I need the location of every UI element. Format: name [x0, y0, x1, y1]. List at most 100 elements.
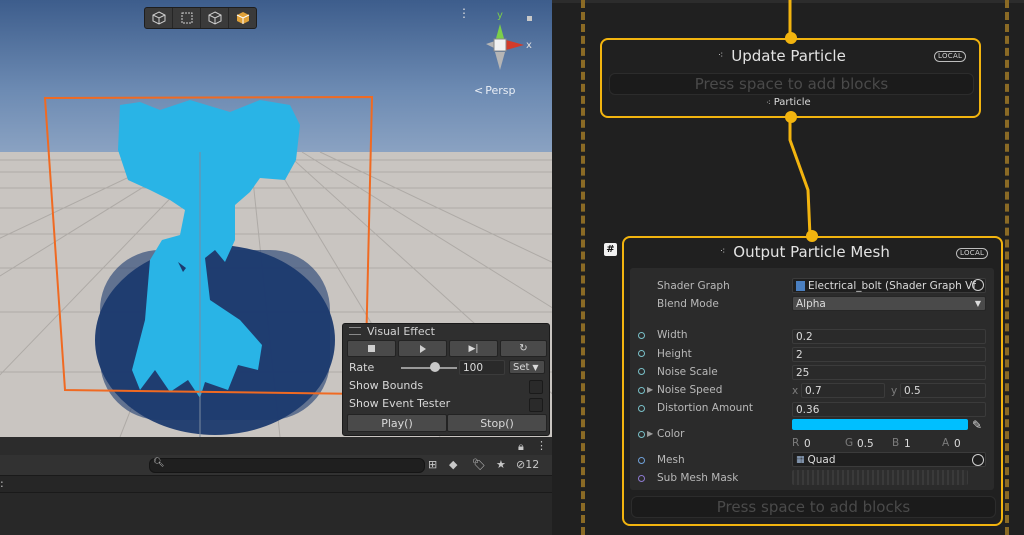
input-slot[interactable] [638, 405, 645, 412]
visual-effect-panel: Visual Effect ▶| ↻ Rate 100 Set ▼ Show B… [342, 323, 550, 436]
rate-slider-thumb[interactable] [429, 362, 440, 372]
input-slot[interactable] [638, 350, 645, 357]
save-search-icon[interactable]: ⊞ [428, 458, 437, 471]
mesh-field[interactable]: ▦ Quad [792, 452, 986, 467]
shader-asset-icon [796, 280, 805, 291]
input-slot[interactable] [638, 431, 645, 438]
rate-slider-track[interactable] [401, 367, 457, 369]
expand-arrow-icon[interactable]: ▶ [647, 429, 653, 438]
step-icon: ▶| [468, 343, 479, 354]
stop-transport-button[interactable] [347, 340, 396, 357]
orientation-gizmo[interactable]: y x [472, 8, 536, 78]
stop-icon [368, 345, 375, 352]
favorite-icon[interactable]: ★ [496, 458, 506, 471]
search-input[interactable]: 🔍︎ [149, 458, 425, 473]
eye-hidden-icon: ⊘ [516, 458, 526, 471]
shader-graph-field[interactable]: Electrical_bolt (Shader Graph Vfx . [792, 278, 986, 293]
color-b-label: B [892, 437, 900, 449]
color-a-label: A [942, 437, 950, 449]
flow-input-port[interactable] [785, 32, 797, 44]
add-blocks-area[interactable]: Press space to add blocks [609, 73, 974, 95]
panel-title: Visual Effect [367, 324, 435, 338]
width-field[interactable]: 0.2 [792, 329, 986, 344]
scene-menu-icon[interactable]: ⋮ [458, 6, 470, 20]
eyedropper-icon[interactable]: ✎ [972, 418, 982, 432]
chevron-down-icon: ▼ [532, 362, 539, 372]
gizmo-y-label: y [497, 10, 503, 21]
noise-speed-x-field[interactable]: 0.7 [801, 383, 885, 398]
search-icon: 🔍︎ [153, 458, 165, 468]
grip-icon [349, 327, 361, 335]
input-slot[interactable] [638, 387, 645, 394]
panel-tabbar [0, 437, 552, 456]
input-slot[interactable] [638, 457, 645, 464]
breadcrumb-icon: : [0, 477, 4, 490]
local-badge: LOCAL [956, 248, 989, 259]
rate-label: Rate [349, 361, 375, 374]
arrow-left-icon: < [474, 84, 484, 97]
hash-badge[interactable]: # [604, 243, 617, 256]
restart-transport-button[interactable]: ↻ [500, 340, 547, 357]
object-picker-icon[interactable] [972, 454, 984, 466]
cube-icon[interactable] [145, 8, 173, 28]
rate-value-field[interactable]: 100 [459, 360, 505, 375]
play-icon [419, 344, 426, 353]
color-g-label: G [845, 437, 854, 449]
node-header: ⁖ Update Particle [718, 47, 846, 65]
input-slot[interactable] [638, 475, 645, 482]
input-slot[interactable] [638, 332, 645, 339]
shader-graph-label: Shader Graph [657, 280, 730, 292]
play-transport-button[interactable] [398, 340, 447, 357]
update-particle-node[interactable]: ⁖ Update Particle LOCAL Press space to a… [600, 38, 981, 118]
particle-dots-icon: ⁖ [720, 247, 726, 257]
play-button[interactable]: Play() [347, 414, 447, 432]
project-panel: 🔒︎ ⋮ : [0, 437, 552, 535]
mesh-label: Mesh [657, 454, 685, 466]
object-picker-icon[interactable] [972, 279, 984, 291]
visibility-count[interactable]: ⊘12 [516, 458, 539, 471]
rect-select-icon[interactable] [173, 8, 201, 28]
color-a-field[interactable]: 0 [951, 436, 985, 451]
gizmo-x-label: x [526, 40, 532, 51]
set-dropdown[interactable]: Set ▼ [509, 360, 545, 374]
color-r-field[interactable]: 0 [801, 436, 841, 451]
panel-header-row [0, 476, 552, 493]
noise-speed-label: Noise Speed [657, 384, 723, 396]
color-b-field[interactable]: 1 [901, 436, 937, 451]
show-bounds-checkbox[interactable] [529, 380, 543, 394]
scene-view[interactable]: ⋮ y x < Persp Visual Effect ▶| ↻ Rate 10… [0, 0, 552, 437]
vfx-graph-canvas[interactable]: ⁖ Update Particle LOCAL Press space to a… [552, 0, 1024, 535]
panel-header[interactable]: Visual Effect [343, 324, 549, 338]
noise-speed-y-field[interactable]: 0.5 [900, 383, 986, 398]
noise-scale-field[interactable]: 25 [792, 365, 986, 380]
node-header: ⁖ Output Particle Mesh [720, 243, 890, 261]
filter-type-icon[interactable]: ◆ [449, 458, 457, 471]
add-blocks-area[interactable]: Press space to add blocks [631, 496, 996, 518]
stop-button[interactable]: Stop() [447, 414, 547, 432]
cube-outline-icon[interactable] [201, 8, 229, 28]
chevron-down-icon: ▼ [974, 299, 981, 308]
projection-label[interactable]: < Persp [474, 84, 515, 97]
step-transport-button[interactable]: ▶| [449, 340, 498, 357]
blend-mode-dropdown[interactable]: Alpha ▼ [792, 296, 986, 311]
show-event-tester-label: Show Event Tester [349, 397, 451, 410]
height-field[interactable]: 2 [792, 347, 986, 362]
cube-color-icon[interactable] [229, 8, 256, 28]
label-icon[interactable]: 🏷︎ [472, 458, 486, 471]
distortion-field[interactable]: 0.36 [792, 402, 986, 417]
submesh-mask-field[interactable] [792, 470, 968, 485]
output-slot-label: ⁖ Particle [766, 97, 811, 108]
expand-arrow-icon[interactable]: ▶ [647, 385, 653, 394]
lock-icon [527, 16, 532, 21]
color-g-field[interactable]: 0.5 [854, 436, 890, 451]
flow-input-port[interactable] [806, 230, 818, 242]
blend-mode-label: Blend Mode [657, 298, 719, 310]
menu-icon[interactable]: ⋮ [536, 439, 547, 452]
show-event-tester-checkbox[interactable] [529, 398, 543, 412]
noise-scale-label: Noise Scale [657, 366, 718, 378]
color-r-label: R [792, 437, 800, 449]
flow-output-port[interactable] [785, 111, 797, 123]
color-swatch[interactable] [792, 419, 968, 430]
input-slot[interactable] [638, 368, 645, 375]
lock-icon[interactable]: 🔒︎ [518, 440, 524, 454]
